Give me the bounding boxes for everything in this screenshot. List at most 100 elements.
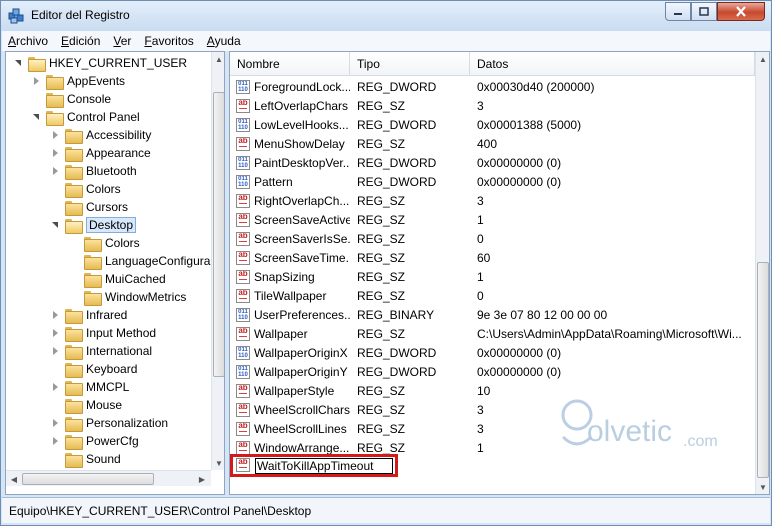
collapsed-arrow-icon[interactable] [51, 130, 61, 140]
tree-item[interactable]: Keyboard [51, 360, 137, 378]
tree-item[interactable]: PowerCfg [51, 432, 139, 450]
value-row[interactable]: ab ― SnapSizing REG_SZ 1 [230, 268, 755, 287]
value-data: 0x00030d40 (200000) [477, 80, 595, 94]
tree-horizontal-scrollbar[interactable]: ◀ ▶ [6, 470, 211, 486]
collapsed-arrow-icon[interactable] [51, 148, 61, 158]
collapsed-arrow-icon[interactable] [32, 76, 42, 86]
menu-favoritos[interactable]: Favoritos [144, 34, 193, 48]
tree-vertical-scrollbar[interactable]: ▲ ▼ [211, 52, 224, 470]
values-scroll-thumb[interactable] [757, 262, 769, 478]
tree-item[interactable]: Input Method [51, 324, 156, 342]
value-data: 1 [477, 441, 484, 455]
tree-item-label: MMCPL [86, 380, 130, 394]
value-row[interactable]: 011 110 LowLevelHooks... REG_DWORD 0x0000138… [230, 116, 755, 135]
value-row[interactable]: ab ― ScreenSaverIsSe... REG_SZ 0 [230, 230, 755, 249]
value-row[interactable]: 011 110 UserPreferences... REG_BINARY 9e 3e … [230, 306, 755, 325]
tree-item[interactable]: Cursors [51, 198, 128, 216]
tree-item[interactable]: Colors [51, 180, 121, 198]
tree-item[interactable]: LanguageConfigura [70, 252, 210, 270]
value-name: MenuShowDelay [254, 137, 345, 151]
tree-item[interactable]: Appearance [51, 144, 151, 162]
menu-ver[interactable]: Ver [113, 34, 131, 48]
string-value-icon: ab ― [236, 403, 250, 417]
scroll-left-icon[interactable]: ◀ [7, 472, 21, 486]
tree-item[interactable]: Accessibility [51, 126, 151, 144]
collapsed-arrow-icon[interactable] [51, 310, 61, 320]
menu-edicion[interactable]: Edición [61, 34, 100, 48]
values-list-pane[interactable]: Nombre Tipo Datos 011 110 ForegroundLock..… [229, 51, 770, 495]
value-row[interactable]: ab ― RightOverlapCh... REG_SZ 3 [230, 192, 755, 211]
collapsed-arrow-icon[interactable] [51, 418, 61, 428]
values-vertical-scrollbar[interactable]: ▲ ▼ [755, 52, 769, 494]
collapsed-arrow-icon[interactable] [51, 382, 61, 392]
tree-item-label: HKEY_CURRENT_USER [49, 56, 188, 70]
collapsed-arrow-icon[interactable] [51, 436, 61, 446]
tree-item[interactable]: AppEvents [32, 72, 125, 90]
value-row[interactable]: ab ― Wallpaper REG_SZ C:\Users\Admin\AppData… [230, 325, 755, 344]
registry-editor-window: Editor del Registro Archivo Edición Ver … [0, 0, 772, 526]
expanded-arrow-icon[interactable] [14, 58, 24, 68]
column-header-data[interactable]: Datos [470, 52, 755, 76]
minimize-button[interactable] [665, 2, 691, 21]
expanded-arrow-icon[interactable] [32, 112, 42, 122]
tree-item[interactable]: International [51, 342, 152, 360]
menu-ayuda[interactable]: Ayuda [207, 34, 241, 48]
tree-item[interactable]: MMCPL [51, 378, 129, 396]
tree-item-label: WindowMetrics [105, 290, 187, 304]
menu-archivo[interactable]: Archivo [8, 34, 48, 48]
folder-icon [84, 236, 102, 252]
string-value-icon: ab ― [236, 251, 250, 265]
value-row[interactable]: 011 110 ForegroundLock... REG_DWORD 0x00030d… [230, 78, 755, 97]
string-value-icon: ab ― [236, 194, 250, 208]
value-row[interactable]: ab ― WheelScrollChars REG_SZ 3 [230, 401, 755, 420]
tree-scroll-thumb[interactable] [213, 92, 224, 377]
tree-item[interactable]: Colors [70, 234, 140, 252]
key-tree-pane[interactable]: HKEY_CURRENT_USER AppEvents Console Control… [5, 51, 225, 495]
column-header-name[interactable]: Nombre [230, 52, 350, 76]
value-row[interactable]: ab ― WheelScrollLines REG_SZ 3 [230, 420, 755, 439]
value-row[interactable]: ab ― ScreenSaveActive REG_SZ 1 [230, 211, 755, 230]
folder-icon [46, 110, 64, 126]
tree-item[interactable]: Sound [51, 450, 121, 468]
tree-item[interactable]: HKEY_CURRENT_USER [14, 54, 187, 72]
value-row[interactable]: 011 110 Pattern REG_DWORD 0x00000000 (0) [230, 173, 755, 192]
column-header-type[interactable]: Tipo [350, 52, 470, 76]
value-name: WallpaperOriginY [254, 365, 348, 379]
tree-item[interactable]: Desktop [51, 216, 137, 234]
scroll-down-icon[interactable]: ▼ [212, 456, 224, 470]
scroll-right-icon[interactable]: ▶ [195, 472, 209, 486]
folder-icon [65, 128, 83, 144]
tree-item[interactable]: Personalization [51, 414, 168, 432]
title-bar[interactable]: Editor del Registro [1, 1, 771, 31]
tree-item[interactable]: Control Panel [32, 108, 140, 126]
value-row[interactable]: ab ― MenuShowDelay REG_SZ 400 [230, 135, 755, 154]
tree-item[interactable]: Infrared [51, 306, 127, 324]
tree-item[interactable]: Console [32, 90, 111, 108]
value-name: WheelScrollLines [254, 422, 347, 436]
scroll-up-icon[interactable]: ▲ [212, 52, 224, 66]
collapsed-arrow-icon[interactable] [51, 346, 61, 356]
value-row[interactable]: ab ― WallpaperStyle REG_SZ 10 [230, 382, 755, 401]
tree-item[interactable]: WindowMetrics [70, 288, 186, 306]
tree-item-label: Sound [86, 452, 121, 466]
value-row[interactable]: 011 110 WallpaperOriginX REG_DWORD 0x0000000… [230, 344, 755, 363]
scroll-up-icon[interactable]: ▲ [756, 52, 769, 66]
collapsed-arrow-icon[interactable] [51, 328, 61, 338]
tree-item[interactable]: MuiCached [70, 270, 166, 288]
menu-bar: Archivo Edición Ver Favoritos Ayuda [2, 31, 770, 51]
binary-value-icon: 011 110 [236, 156, 250, 170]
scroll-down-icon[interactable]: ▼ [756, 480, 769, 494]
value-row[interactable]: ab ― TileWallpaper REG_SZ 0 [230, 287, 755, 306]
tree-item[interactable]: Bluetooth [51, 162, 137, 180]
expanded-arrow-icon[interactable] [51, 220, 61, 230]
value-row[interactable]: ab ― LeftOverlapChars REG_SZ 3 [230, 97, 755, 116]
tree-hscroll-thumb[interactable] [22, 473, 154, 485]
close-button[interactable] [717, 2, 765, 21]
tree-item[interactable]: Mouse [51, 396, 122, 414]
value-row[interactable]: ab ― ScreenSaveTime... REG_SZ 60 [230, 249, 755, 268]
collapsed-arrow-icon[interactable] [51, 166, 61, 176]
rename-row[interactable]: ab ― WaitToKillAppTimeout [230, 454, 755, 477]
value-row[interactable]: 011 110 PaintDesktopVer... REG_DWORD 0x00000… [230, 154, 755, 173]
value-row[interactable]: 011 110 WallpaperOriginY REG_DWORD 0x0000000… [230, 363, 755, 382]
maximize-button[interactable] [691, 2, 717, 21]
